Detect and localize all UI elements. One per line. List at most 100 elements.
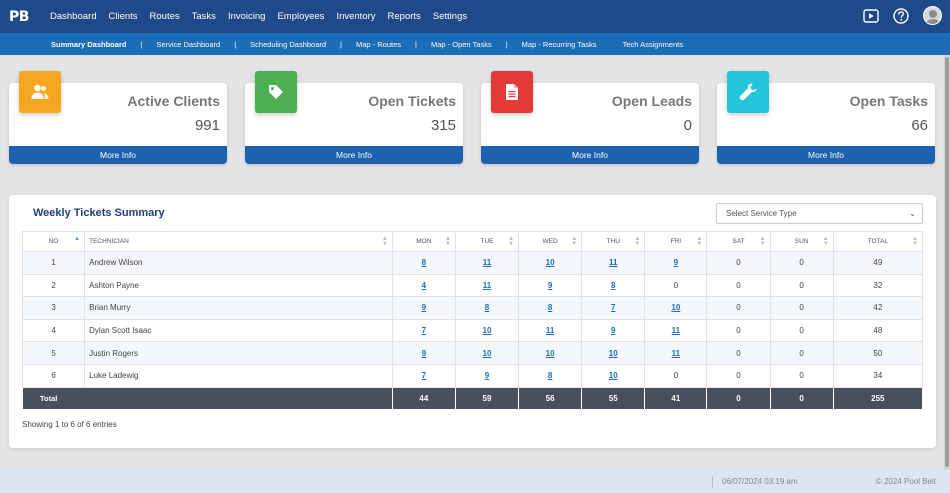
col-header-sun[interactable]: SUN ▲ ▼ xyxy=(769,231,834,252)
ticket-count-link[interactable]: 10 xyxy=(671,303,680,312)
nav-routes[interactable]: Routes xyxy=(150,11,180,22)
nav-tasks[interactable]: Tasks xyxy=(192,11,216,22)
table-row: 1 Andrew Wilson 8 11 10 11 9 0 0 49 xyxy=(21,251,924,275)
subnav-tech-assignments[interactable]: Tech Assignments xyxy=(623,40,683,49)
total-cell: 41 xyxy=(644,386,708,410)
nav-invoicing[interactable]: Invoicing xyxy=(228,11,266,22)
ticket-count-link[interactable]: 11 xyxy=(483,258,491,267)
ticket-count-link[interactable]: 8 xyxy=(485,303,489,312)
day-count: 9 xyxy=(581,318,646,343)
ticket-count-link[interactable]: 11 xyxy=(672,326,680,335)
card-title: Open Tasks xyxy=(849,93,928,109)
ticket-count-link[interactable]: 11 xyxy=(483,281,491,290)
page-scrollbar[interactable] xyxy=(944,55,950,470)
ticket-count-link[interactable]: 9 xyxy=(674,258,678,267)
nav-reports[interactable]: Reports xyxy=(388,11,421,22)
ticket-count-link[interactable]: 4 xyxy=(422,281,426,290)
subnav-summary-dashboard[interactable]: Summary Dashboard xyxy=(51,40,126,49)
table-total-row: Total 44 59 56 55 41 0 0 255 xyxy=(22,386,924,410)
nav-employees[interactable]: Employees xyxy=(277,11,324,22)
ticket-count-link[interactable]: 10 xyxy=(546,349,555,358)
service-type-select[interactable]: Select Service Type ⌄ xyxy=(716,203,923,224)
sort-icon: ▲ ▼ xyxy=(696,236,703,247)
day-count: 10 xyxy=(518,341,583,365)
ticket-count-link[interactable]: 8 xyxy=(422,258,426,267)
topbar-actions xyxy=(849,6,942,25)
subnav-scheduling-dashboard[interactable]: Scheduling Dashboard xyxy=(250,40,326,49)
app-logo[interactable]: PB xyxy=(0,9,38,25)
card-value: 991 xyxy=(194,117,220,134)
weekly-tickets-table: NO ▲ TECHNICIAN ▲ ▼ MON ▲ ▼ TUE ▲ ▼ WED ▲ ▼ THU ▲ ▼… xyxy=(21,231,924,410)
table-row: 6 Luke Ladewig 7 9 8 10 0 0 0 34 xyxy=(21,363,924,388)
technician-name: Ashton Payne xyxy=(84,273,393,298)
col-header-fri[interactable]: FRI ▲ ▼ xyxy=(644,231,708,252)
nav-clients[interactable]: Clients xyxy=(108,11,137,22)
card-title: Open Tickets xyxy=(368,93,456,109)
day-count: 7 xyxy=(391,363,456,388)
total-cell: 55 xyxy=(581,386,646,410)
scrollbar-thumb[interactable] xyxy=(945,57,949,467)
col-header-mon[interactable]: MON ▲ ▼ xyxy=(391,231,456,252)
help-icon[interactable] xyxy=(893,7,909,24)
video-icon[interactable] xyxy=(863,8,879,23)
day-count: 8 xyxy=(518,363,583,388)
ticket-count-link[interactable]: 10 xyxy=(483,349,492,358)
card-open-tickets: Open Tickets 315 More Info xyxy=(245,71,463,164)
ticket-count-link[interactable]: 9 xyxy=(485,371,489,380)
ticket-count-link[interactable]: 8 xyxy=(548,371,552,380)
ticket-count-link[interactable]: 10 xyxy=(546,258,555,267)
ticket-count-link[interactable]: 7 xyxy=(422,371,426,380)
row-number: 2 xyxy=(21,273,86,298)
col-header-no[interactable]: NO ▲ xyxy=(21,231,86,252)
ticket-count-link[interactable]: 8 xyxy=(548,303,552,312)
nav-inventory[interactable]: Inventory xyxy=(336,11,375,22)
day-count: 9 xyxy=(644,251,708,275)
ticket-count-link[interactable]: 9 xyxy=(422,349,426,358)
nav-dashboard[interactable]: Dashboard xyxy=(50,11,96,22)
col-header-thu[interactable]: THU ▲ ▼ xyxy=(581,231,646,252)
page-footer: 06/07/2024 03:19 am © 2024 Pool Belt xyxy=(0,470,950,493)
more-info-button[interactable]: More Info xyxy=(245,146,463,164)
ticket-count-link[interactable]: 11 xyxy=(546,326,554,335)
ticket-count-link[interactable]: 10 xyxy=(609,349,618,358)
user-avatar[interactable] xyxy=(923,6,942,25)
day-count: 11 xyxy=(454,273,520,298)
day-count: 8 xyxy=(391,251,456,275)
day-count: 9 xyxy=(391,341,456,365)
day-count: 11 xyxy=(454,251,520,275)
ticket-count-link[interactable]: 11 xyxy=(672,349,680,358)
subnav-map-recurring-tasks[interactable]: Map - Recurring Tasks xyxy=(522,40,597,49)
card-title: Open Leads xyxy=(611,93,692,109)
main-menu: Dashboard Clients Routes Tasks Invoicing… xyxy=(38,11,467,22)
more-info-button[interactable]: More Info xyxy=(481,146,699,164)
more-info-button[interactable]: More Info xyxy=(9,146,227,164)
subnav-map-open-tasks[interactable]: Map - Open Tasks xyxy=(431,40,492,49)
col-header-sat[interactable]: SAT ▲ ▼ xyxy=(706,231,771,252)
ticket-count-link[interactable]: 9 xyxy=(611,326,615,335)
ticket-count-link[interactable]: 7 xyxy=(611,303,615,312)
col-header-tue[interactable]: TUE ▲ ▼ xyxy=(454,231,520,252)
col-header-wed[interactable]: WED ▲ ▼ xyxy=(518,231,583,252)
ticket-count-link[interactable]: 9 xyxy=(422,303,426,312)
day-count: 0 xyxy=(706,363,771,388)
row-total: 49 xyxy=(832,251,924,275)
ticket-count-link[interactable]: 10 xyxy=(609,371,618,380)
ticket-count-link[interactable]: 11 xyxy=(609,258,617,267)
card-open-leads: Open Leads 0 More Info xyxy=(481,71,699,164)
table-row: 5 Justin Rogers 9 10 10 10 11 0 0 50 xyxy=(21,341,924,365)
col-header-technician[interactable]: TECHNICIAN ▲ ▼ xyxy=(84,231,393,252)
nav-settings[interactable]: Settings xyxy=(433,11,467,22)
card-active-clients: Active Clients 991 More Info xyxy=(9,71,227,164)
day-count: 10 xyxy=(581,363,646,388)
ticket-count-link[interactable]: 9 xyxy=(548,281,552,290)
ticket-count-link[interactable]: 7 xyxy=(422,326,426,335)
ticket-count-link[interactable]: 10 xyxy=(483,326,492,335)
row-number: 3 xyxy=(21,296,86,320)
col-header-total[interactable]: TOTAL ▲ ▼ xyxy=(832,231,924,252)
subnav-service-dashboard[interactable]: Service Dashboard xyxy=(156,40,220,49)
ticket-count-link[interactable]: 8 xyxy=(611,281,615,290)
subnav-map-routes[interactable]: Map - Routes xyxy=(356,40,401,49)
more-info-button[interactable]: More Info xyxy=(717,146,935,164)
wrench-icon xyxy=(727,71,769,113)
sub-navbar: Summary Dashboard | Service Dashboard | … xyxy=(0,33,950,55)
